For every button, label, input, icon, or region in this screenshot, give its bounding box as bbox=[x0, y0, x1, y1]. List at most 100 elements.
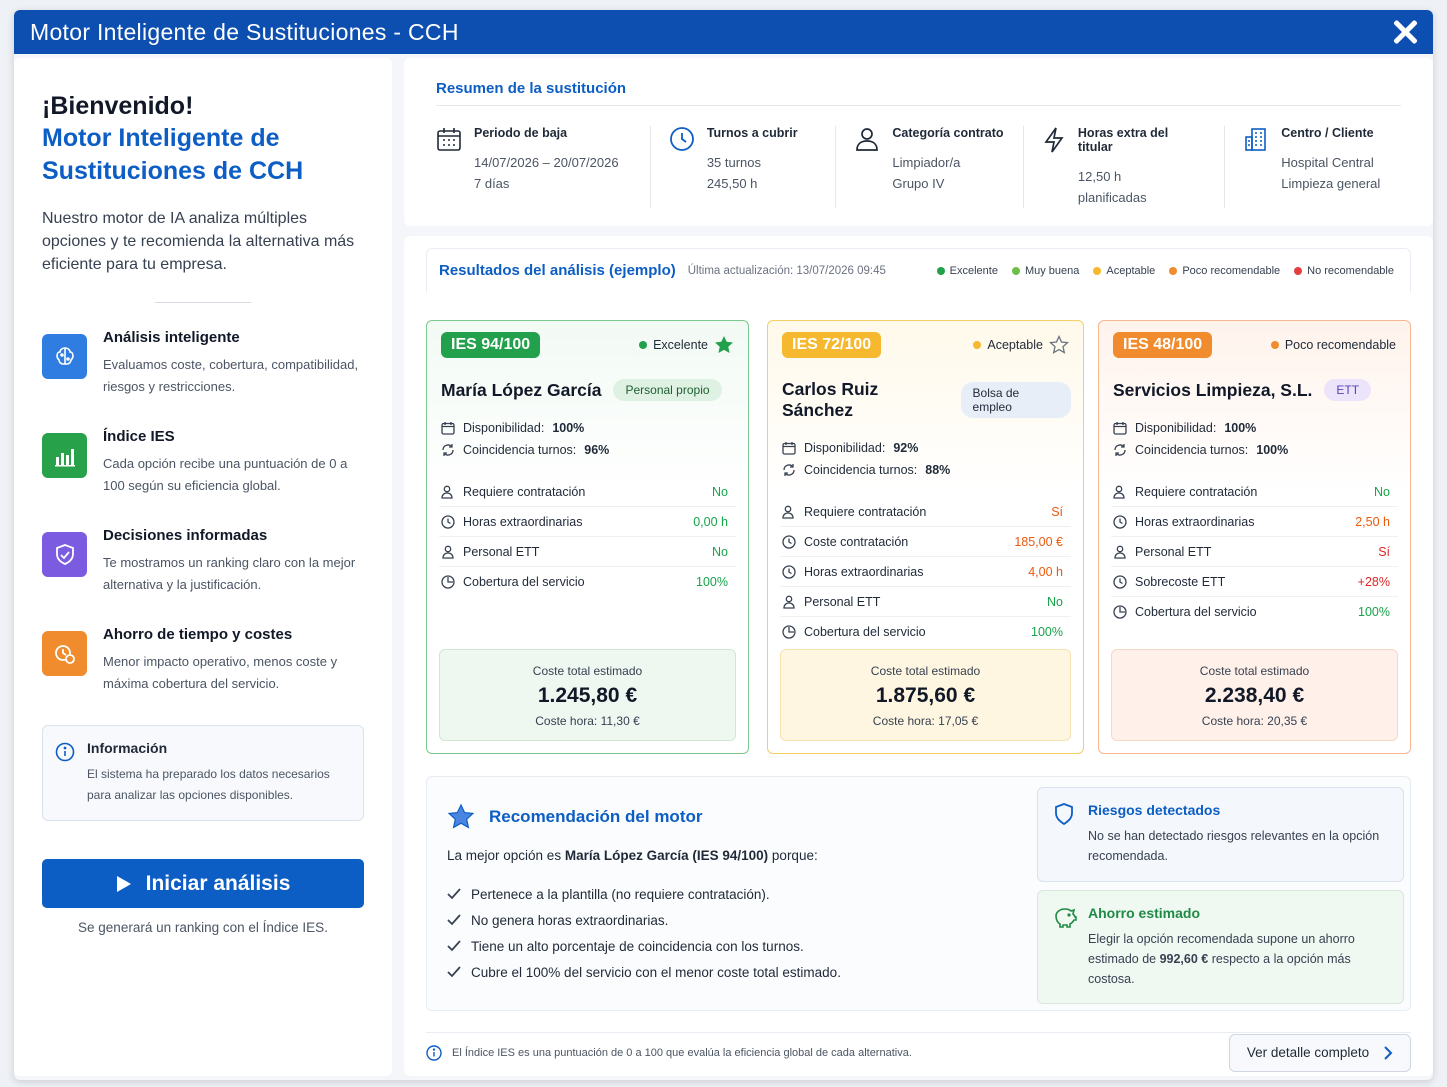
option-card-2[interactable]: IES 72/100 Aceptable Carlos Ruiz Sánchez… bbox=[767, 320, 1084, 754]
availability: Disponibilidad: 92% bbox=[782, 437, 1071, 459]
summary-category: Categoría contrato Limpiador/a Grupo IV bbox=[854, 126, 1024, 208]
summary-value: 245,50 h bbox=[706, 176, 758, 191]
recommendation-panel: Recomendación del motor La mejor opción … bbox=[426, 776, 1411, 1011]
metric-row: Requiere contratación No bbox=[1111, 477, 1398, 507]
cost-label: Coste total estimado bbox=[870, 664, 981, 678]
summary-label: Categoría contrato bbox=[892, 126, 1004, 140]
results-header: Resultados del análisis (ejemplo) Última… bbox=[426, 248, 1411, 292]
metric-row: Requiere contratación Sí bbox=[780, 497, 1071, 527]
total-cost: 2.238,40 € bbox=[1204, 684, 1305, 707]
view-full-detail-button[interactable]: Ver detalle completo bbox=[1229, 1033, 1411, 1072]
clock-icon bbox=[782, 564, 796, 579]
chevron-right-icon bbox=[1384, 1045, 1393, 1060]
clock-icon bbox=[1113, 574, 1127, 589]
metric-row: Horas extraordinarias 2,50 h bbox=[1111, 507, 1398, 537]
option-card-1[interactable]: IES 94/100 Excelente María López García … bbox=[426, 320, 749, 754]
cost-label: Coste total estimado bbox=[1199, 664, 1310, 678]
risks-box: Riesgos detectados No se han detectado r… bbox=[1037, 787, 1404, 882]
summary-value: Grupo IV bbox=[892, 176, 945, 191]
metric-row: Cobertura del servicio 100% bbox=[439, 567, 736, 597]
info-desc: El sistema ha preparado los datos necesa… bbox=[87, 767, 330, 802]
reason-list: Pertenece a la plantilla (no requiere co… bbox=[447, 881, 841, 985]
clock-icon bbox=[669, 127, 694, 151]
summary-center: Centro / Cliente Hospital Central Limpie… bbox=[1243, 126, 1401, 208]
legend-item: Poco recomendable bbox=[1169, 265, 1280, 277]
info-box: Información El sistema ha preparado los … bbox=[42, 725, 364, 821]
availability: Disponibilidad: 100% bbox=[441, 417, 736, 439]
savings-box: Ahorro estimado Elegir la opción recomen… bbox=[1037, 890, 1404, 1004]
star-icon bbox=[447, 803, 475, 829]
summary-value: Limpiador/a bbox=[892, 155, 961, 170]
coverage-icon bbox=[782, 625, 796, 639]
savings-desc: Elegir la opción recomendada supone un a… bbox=[1088, 932, 1355, 986]
check-icon bbox=[447, 888, 461, 900]
candidate-name: María López García bbox=[441, 379, 602, 400]
star-outline-icon[interactable] bbox=[1049, 335, 1069, 355]
user-icon bbox=[442, 545, 454, 559]
feature-savings: Ahorro de tiempo y costes Menor impacto … bbox=[42, 626, 364, 695]
summary-label: Centro / Cliente bbox=[1281, 126, 1374, 140]
user-check-icon bbox=[441, 485, 453, 499]
reason-item: Pertenece a la plantilla (no requiere co… bbox=[447, 881, 841, 907]
ies-badge: IES 94/100 bbox=[441, 332, 541, 358]
metric-row: Requiere contratación No bbox=[439, 477, 736, 507]
metric-row: Personal ETT Sí bbox=[1111, 537, 1398, 567]
user-icon bbox=[856, 128, 879, 151]
start-analysis-button[interactable]: Iniciar análisis bbox=[42, 859, 364, 908]
title-bar: Motor Inteligente de Sustituciones - CCH bbox=[14, 10, 1433, 54]
close-icon[interactable] bbox=[1391, 18, 1419, 46]
summary-shifts: Turnos a cubrir 35 turnos 245,50 h bbox=[669, 126, 837, 208]
welcome-panel: ¡Bienvenido! Motor Inteligente de Sustit… bbox=[14, 58, 392, 1076]
clock-icon bbox=[782, 534, 796, 549]
lightning-icon bbox=[1044, 127, 1064, 153]
summary-value: 14/07/2026 – 20/07/2026 bbox=[474, 155, 619, 170]
summary-overtime: Horas extra del titular 12,50 h planific… bbox=[1042, 126, 1226, 208]
check-icon bbox=[447, 914, 461, 926]
footer: El Índice IES es una puntuación de 0 a 1… bbox=[426, 1032, 1411, 1072]
summary-value: Limpieza general bbox=[1281, 176, 1381, 191]
summary-value: 12,50 h bbox=[1077, 169, 1122, 184]
results-panel: Resultados del análisis (ejemplo) Última… bbox=[404, 236, 1433, 1076]
summary-period: Periodo de baja 14/07/2026 – 20/07/2026 … bbox=[436, 126, 651, 208]
window-title: Motor Inteligente de Sustituciones - CCH bbox=[30, 18, 459, 45]
user-icon bbox=[783, 595, 795, 609]
metric-row: Sobrecoste ETT +28% bbox=[1111, 567, 1398, 597]
ies-note: El Índice IES es una puntuación de 0 a 1… bbox=[426, 1044, 912, 1061]
shield-icon bbox=[1055, 803, 1073, 826]
legend-item: No recomendable bbox=[1294, 265, 1394, 277]
summary-label: Periodo de baja bbox=[474, 126, 568, 140]
shift-match: Coincidencia turnos: 100% bbox=[1113, 439, 1398, 461]
feature-desc: Evaluamos coste, cobertura, compatibilid… bbox=[103, 357, 359, 394]
reason-item: No genera horas extraordinarias. bbox=[447, 907, 841, 933]
last-updated: Última actualización: 13/07/2026 09:45 bbox=[687, 264, 886, 277]
hour-cost: Coste hora: 20,35 € bbox=[1201, 714, 1308, 728]
start-note: Se generará un ranking con el Índice IES… bbox=[78, 920, 328, 935]
option-card-3[interactable]: IES 48/100 Poco recomendable Servicios L… bbox=[1098, 320, 1411, 754]
star-filled-icon[interactable] bbox=[714, 335, 734, 355]
feature-ies: Índice IES Cada opción recibe una puntua… bbox=[42, 428, 364, 497]
bar-chart-icon bbox=[42, 433, 87, 478]
savings-title: Ahorro estimado bbox=[1088, 905, 1201, 921]
candidate-tag: ETT bbox=[1324, 379, 1372, 401]
sync-icon bbox=[442, 444, 454, 456]
legend-item: Aceptable bbox=[1093, 265, 1155, 277]
hour-cost: Coste hora: 17,05 € bbox=[872, 714, 979, 728]
rating: Poco recomendable bbox=[1270, 338, 1396, 352]
results-title: Resultados del análisis (ejemplo) bbox=[439, 262, 676, 279]
summary-value: 7 días bbox=[474, 176, 510, 191]
welcome-heading: ¡Bienvenido! bbox=[42, 92, 194, 120]
summary-value: planificadas bbox=[1077, 190, 1147, 205]
substitution-summary: Resumen de la sustitución Periodo de baj… bbox=[404, 58, 1433, 226]
shield-check-icon bbox=[42, 532, 87, 577]
cost-box: Coste total estimado 1.245,80 € Coste ho… bbox=[439, 649, 736, 741]
risks-title: Riesgos detectados bbox=[1088, 802, 1221, 818]
candidate-name: Servicios Limpieza, S.L. bbox=[1113, 379, 1313, 400]
ies-badge: IES 72/100 bbox=[782, 332, 882, 358]
rating: Excelente bbox=[639, 335, 734, 355]
recommendation-intro: La mejor opción es María López García (I… bbox=[447, 848, 818, 863]
feature-title: Decisiones informadas bbox=[103, 527, 268, 544]
clock-coin-icon bbox=[42, 631, 87, 676]
metric-row: Horas extraordinarias 0,00 h bbox=[439, 507, 736, 537]
clock-icon bbox=[1113, 514, 1127, 529]
summary-label: Turnos a cubrir bbox=[706, 126, 798, 140]
